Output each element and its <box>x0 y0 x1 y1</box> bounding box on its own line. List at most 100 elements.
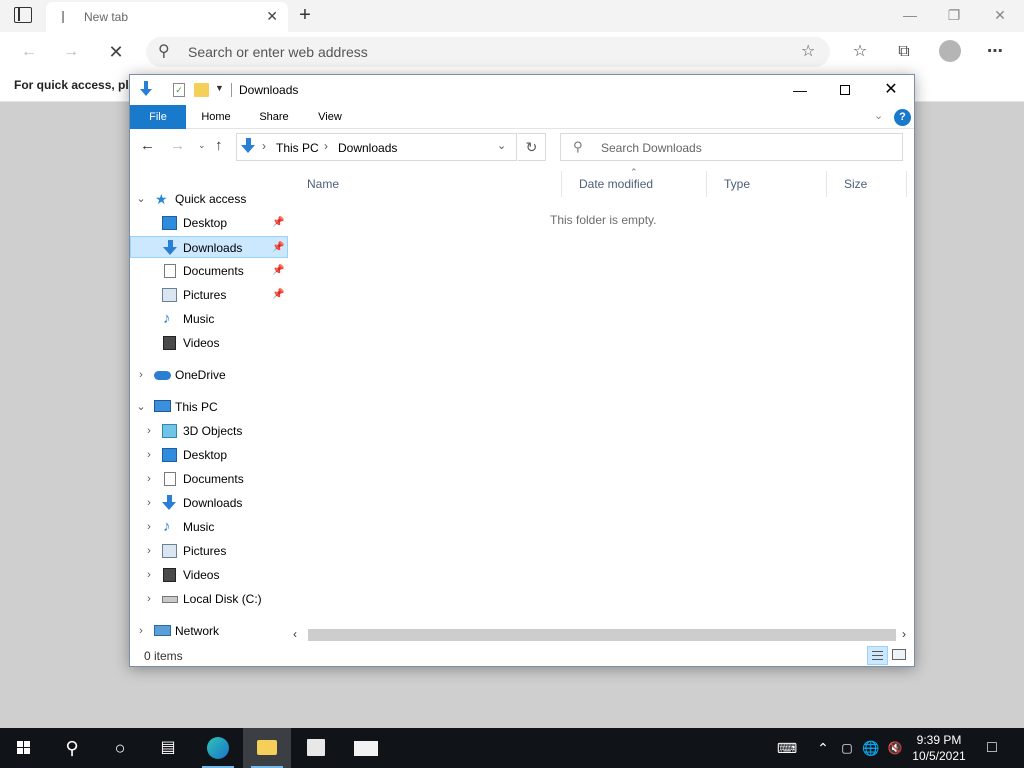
tab-actions-icon[interactable] <box>14 7 32 23</box>
nav-pc-desktop[interactable]: › Desktop <box>130 444 288 466</box>
input-indicator-icon[interactable]: ⌨ <box>774 728 800 768</box>
minimize-icon[interactable]: — <box>780 77 820 103</box>
nav-onedrive[interactable]: › OneDrive <box>130 364 288 386</box>
collapsed-chevron-icon[interactable]: › <box>142 516 156 538</box>
expanded-chevron-icon[interactable]: ⌄ <box>134 396 148 418</box>
column-header-type[interactable]: Type <box>707 171 827 197</box>
collapsed-chevron-icon[interactable]: › <box>142 420 156 442</box>
horizontal-scrollbar[interactable]: ‹ › <box>290 627 914 643</box>
nav-quick-music[interactable]: ♪ Music <box>130 308 288 330</box>
nav-pc-music[interactable]: › ♪ Music <box>130 516 288 538</box>
tab-view[interactable]: View <box>306 105 354 129</box>
collapsed-chevron-icon[interactable]: › <box>142 444 156 466</box>
collapsed-chevron-icon[interactable]: › <box>142 540 156 562</box>
file-explorer-icon[interactable] <box>243 728 291 768</box>
nav-quick-videos[interactable]: Videos <box>130 332 288 354</box>
maximize-icon[interactable] <box>825 77 865 103</box>
column-header-date-modified[interactable]: Date modified <box>562 171 707 197</box>
cortana-icon[interactable]: ○ <box>96 728 144 768</box>
cube-icon <box>162 424 177 438</box>
nav-quick-access[interactable]: ⌄ ★ Quick access <box>130 188 288 210</box>
collapsed-chevron-icon[interactable]: › <box>142 564 156 586</box>
tab-file[interactable]: File <box>130 105 186 129</box>
nav-pc-3d-objects[interactable]: › 3D Objects <box>130 420 288 442</box>
clock[interactable]: 9:39 PM 10/5/2021 <box>908 732 970 764</box>
nav-pc-downloads[interactable]: › Downloads <box>130 492 288 514</box>
nav-this-pc[interactable]: ⌄ This PC <box>130 396 288 418</box>
nav-quick-pictures[interactable]: Pictures 📌 <box>130 284 288 306</box>
network-icon <box>154 625 171 636</box>
network-icon[interactable]: 🌐 <box>860 728 882 768</box>
large-icons-view-icon[interactable] <box>892 649 906 660</box>
downloads-folder-icon <box>138 81 154 99</box>
nav-pc-documents[interactable]: › Documents <box>130 468 288 490</box>
start-button[interactable] <box>0 728 48 768</box>
stop-loading-icon[interactable]: ✕ <box>101 37 131 67</box>
address-dropdown-icon[interactable]: ⌄ <box>497 139 506 152</box>
back-button[interactable]: ← <box>140 137 155 154</box>
qat-new-folder-icon[interactable] <box>194 83 209 97</box>
task-view-icon[interactable]: ▤ <box>144 728 192 768</box>
more-menu-icon[interactable]: ⋯ <box>980 37 1010 67</box>
meet-now-icon[interactable]: ▢ <box>836 728 858 768</box>
forward-icon[interactable]: → <box>56 37 86 67</box>
recent-locations-icon[interactable]: ⌄ <box>198 140 206 151</box>
nav-quick-desktop[interactable]: Desktop 📌 <box>130 212 288 234</box>
edge-icon[interactable] <box>194 728 242 768</box>
column-header-name[interactable]: Name <box>290 171 562 197</box>
back-icon[interactable]: ← <box>14 37 44 67</box>
expand-ribbon-icon[interactable]: ⌄ <box>874 109 883 122</box>
help-icon[interactable]: ? <box>894 109 911 126</box>
show-hidden-icons-icon[interactable]: ⌃ <box>812 728 834 768</box>
nav-pc-pictures[interactable]: › Pictures <box>130 540 288 562</box>
close-browser-icon[interactable]: ✕ <box>978 4 1022 28</box>
collapsed-chevron-icon[interactable]: › <box>142 588 156 610</box>
qat-customize-icon[interactable]: ▼ <box>215 83 224 93</box>
file-list[interactable]: Name ⌃ Date modified Type Size This fold… <box>290 167 914 625</box>
new-tab-button[interactable]: + <box>292 4 318 28</box>
scroll-left-icon[interactable]: ‹ <box>293 627 297 641</box>
search-input[interactable]: ⚲ Search Downloads <box>560 133 903 161</box>
restore-browser-icon[interactable]: ❐ <box>932 4 976 28</box>
column-header-size[interactable]: Size <box>827 171 907 197</box>
scrollbar-thumb[interactable] <box>308 629 896 641</box>
nav-network[interactable]: › Network <box>130 620 288 642</box>
breadcrumb-this-pc[interactable]: This PC <box>276 141 319 155</box>
profile-avatar[interactable] <box>939 40 961 62</box>
nav-pc-videos[interactable]: › Videos <box>130 564 288 586</box>
tab-home[interactable]: Home <box>192 105 240 129</box>
tab-title: New tab <box>84 10 129 24</box>
up-button[interactable]: ↑ <box>215 137 223 154</box>
minimize-browser-icon[interactable]: — <box>888 4 932 28</box>
store-icon[interactable] <box>292 728 340 768</box>
details-view-icon[interactable] <box>867 646 888 665</box>
favorites-icon[interactable]: ☆ <box>845 37 875 67</box>
collapsed-chevron-icon[interactable]: › <box>134 364 148 386</box>
close-tab-icon[interactable]: ✕ <box>266 8 278 25</box>
volume-muted-icon[interactable]: 🔇 <box>884 728 906 768</box>
scroll-right-icon[interactable]: › <box>902 627 906 641</box>
breadcrumb-downloads[interactable]: Downloads <box>338 141 397 155</box>
nav-pc-local-disk[interactable]: › Local Disk (C:) <box>130 588 288 610</box>
tab-share[interactable]: Share <box>250 105 298 129</box>
nav-quick-documents[interactable]: Documents 📌 <box>130 260 288 282</box>
collections-icon[interactable]: ⧉ <box>889 37 919 67</box>
add-favorite-icon[interactable]: ☆ <box>801 41 815 61</box>
nav-quick-downloads[interactable]: Downloads 📌 <box>130 236 288 258</box>
forward-button[interactable]: → <box>170 137 185 154</box>
refresh-icon[interactable]: ↻ <box>518 133 546 161</box>
notifications-icon[interactable]: □ <box>980 728 1004 768</box>
mail-icon[interactable] <box>342 728 390 768</box>
collapsed-chevron-icon[interactable]: › <box>134 620 148 642</box>
breadcrumb[interactable]: › This PC › Downloads ⌄ <box>236 133 517 161</box>
status-bar: 0 items <box>130 645 914 667</box>
collapsed-chevron-icon[interactable]: › <box>142 468 156 490</box>
search-icon[interactable]: ⚲ <box>48 728 96 768</box>
expanded-chevron-icon[interactable]: ⌄ <box>134 188 148 210</box>
collapsed-chevron-icon[interactable]: › <box>142 492 156 514</box>
qat-properties-icon[interactable]: ✓ <box>173 83 185 97</box>
close-icon[interactable]: ✕ <box>871 77 911 103</box>
item-count: 0 items <box>144 649 183 663</box>
address-bar[interactable]: ⚲ Search or enter web address ☆ <box>146 37 830 67</box>
browser-tab[interactable]: ❘ New tab ✕ <box>46 2 288 32</box>
